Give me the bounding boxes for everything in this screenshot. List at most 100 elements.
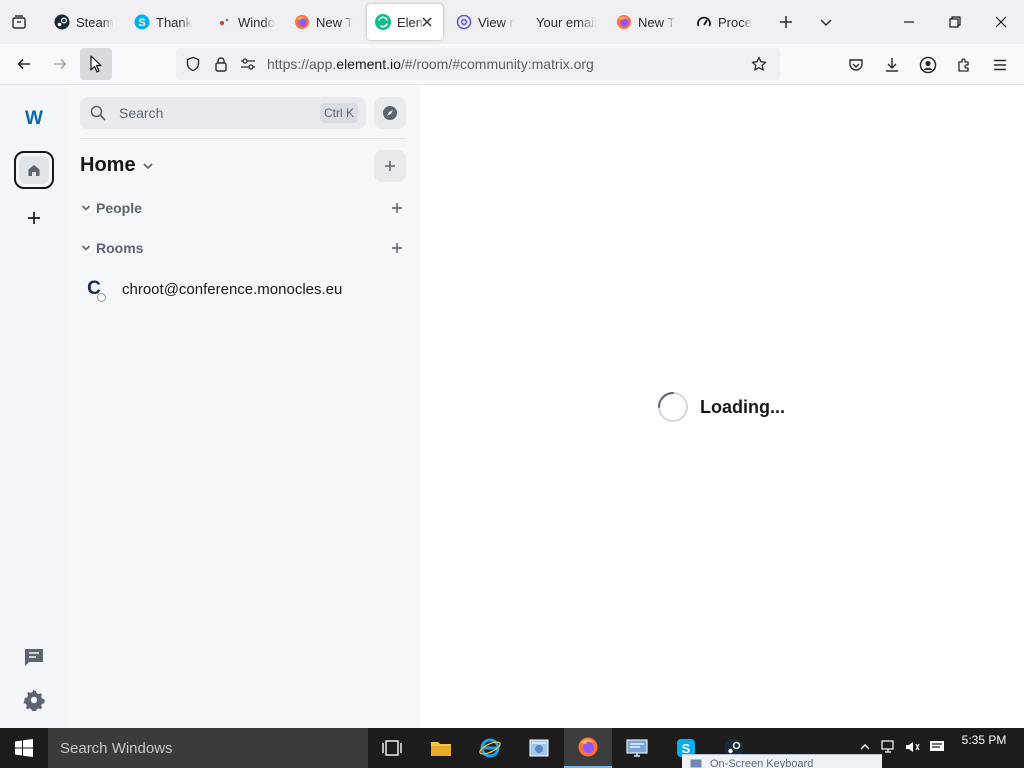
taskbar-search-field[interactable]: Search Windows <box>48 728 368 768</box>
file-explorer-icon[interactable] <box>417 728 465 768</box>
tab-element[interactable]: Elem <box>367 4 443 40</box>
lock-icon[interactable] <box>213 56 229 72</box>
url-prefix: https://app. <box>267 56 337 72</box>
reload-button[interactable] <box>80 48 112 80</box>
account-icon[interactable] <box>919 56 937 74</box>
tab-steam[interactable]: Steam <box>46 4 128 40</box>
on-screen-keyboard-window[interactable]: On-Screen Keyboard <box>682 754 882 768</box>
tab-title: Thank <box>156 14 193 30</box>
permissions-sliders-icon[interactable] <box>240 56 256 72</box>
show-hidden-icons-chevron-icon[interactable] <box>857 739 873 755</box>
mouse-cursor-icon <box>90 55 102 73</box>
screen: Steam S Thank Windo New T Elem View r Yo… <box>0 0 1024 768</box>
url-path: /#/room/#community:matrix.org <box>400 56 594 72</box>
osk-title: On-Screen Keyboard <box>710 758 814 768</box>
network-icon[interactable] <box>881 739 897 755</box>
tab-title: View r <box>478 14 514 30</box>
taskbar-search-placeholder: Search Windows <box>60 740 173 757</box>
tab-your-email[interactable]: Your email <box>528 4 606 40</box>
section-people-header[interactable]: People <box>80 198 142 218</box>
firefox-icon <box>294 14 310 30</box>
chevron-down-icon <box>142 160 154 172</box>
firefox-taskbar-icon[interactable] <box>564 728 612 768</box>
space-avatar[interactable]: W <box>18 103 50 135</box>
taskbar-clock[interactable]: 5:35 PM <box>948 733 1020 747</box>
windows-taskbar: Search Windows S On-Screen Keyboard 5:35… <box>0 728 1024 768</box>
new-tab-plus-icon[interactable] <box>775 11 797 33</box>
tab-title: Steam <box>76 14 114 30</box>
tab-new-tab-2[interactable]: New T <box>608 4 684 40</box>
list-all-tabs-icon[interactable] <box>8 11 30 33</box>
browser-nav-bar: https://app.element.io/#/room/#community… <box>0 44 1024 85</box>
task-view-icon[interactable] <box>368 728 416 768</box>
windows-tab-icon <box>216 14 232 30</box>
browser-tab-strip: Steam S Thank Windo New T Elem View r Yo… <box>0 0 1024 44</box>
search-icon <box>90 105 106 121</box>
start-chat-plus-icon[interactable] <box>388 199 406 217</box>
minimize-window-icon[interactable] <box>886 4 932 40</box>
action-center-icon[interactable] <box>929 739 945 755</box>
add-room-plus-icon[interactable] <box>374 150 406 182</box>
extensions-puzzle-icon[interactable] <box>955 56 973 74</box>
threads-chat-icon[interactable] <box>22 645 46 669</box>
element-icon <box>375 14 391 30</box>
home-context-menu-button[interactable]: Home <box>80 154 154 177</box>
tab-new-tab-1[interactable]: New T <box>286 4 364 40</box>
explore-rooms-compass-icon[interactable] <box>374 97 406 129</box>
tab-windows[interactable]: Windo <box>208 4 286 40</box>
search-label: Search <box>119 105 164 121</box>
volume-icon[interactable] <box>905 739 921 755</box>
close-tab-icon[interactable] <box>419 14 435 30</box>
remote-desktop-icon[interactable] <box>613 728 661 768</box>
tab-title: Your email <box>536 14 597 30</box>
tab-title: New T <box>638 14 676 30</box>
divider <box>80 138 406 139</box>
room-search-button[interactable]: Search Ctrl K <box>80 97 366 129</box>
search-shortcut-badge: Ctrl K <box>320 103 358 123</box>
downloads-icon[interactable] <box>883 56 901 74</box>
pocket-icon[interactable] <box>847 56 865 74</box>
room-list-item[interactable]: C chroot@conference.monocles.eu <box>80 275 406 303</box>
steam-icon <box>54 14 70 30</box>
app-menu-hamburger-icon[interactable] <box>991 56 1009 74</box>
space-panel: W <box>0 85 68 728</box>
keyboard-icon <box>690 759 702 768</box>
firefox-icon <box>616 14 632 30</box>
loading-spinner-icon <box>658 392 688 422</box>
settings-gear-icon[interactable] <box>22 688 46 712</box>
gauge-icon <box>696 14 712 30</box>
url-text: https://app.element.io/#/room/#community… <box>267 56 594 72</box>
home-icon <box>19 156 49 184</box>
tab-title: New T <box>316 14 354 30</box>
tab-process[interactable]: Proce <box>688 4 766 40</box>
tab-title: Proce <box>718 14 752 30</box>
bookmark-star-icon[interactable] <box>751 56 767 72</box>
forward-arrow-icon[interactable] <box>44 48 76 80</box>
add-room-plus-icon[interactable] <box>388 239 406 257</box>
loading-text: Loading... <box>700 397 785 417</box>
skype-icon: S <box>134 14 150 30</box>
tab-title: Windo <box>238 14 275 30</box>
url-bar[interactable]: https://app.element.io/#/room/#community… <box>176 48 780 80</box>
tab-view[interactable]: View r <box>448 4 524 40</box>
section-rooms-label: Rooms <box>96 240 144 256</box>
internet-explorer-icon[interactable] <box>466 728 514 768</box>
section-people-label: People <box>96 200 142 216</box>
room-list-panel: Search Ctrl K Home People Rooms C chroot… <box>68 85 420 728</box>
url-host: element.io <box>336 56 401 72</box>
home-space-button[interactable] <box>14 151 54 189</box>
bridge-badge-icon <box>97 293 106 302</box>
at-sign-icon <box>456 14 472 30</box>
chevron-down-icon[interactable] <box>815 11 837 33</box>
shield-icon[interactable] <box>185 56 201 72</box>
tab-skype[interactable]: S Thank <box>126 4 202 40</box>
section-rooms-header[interactable]: Rooms <box>80 238 143 258</box>
svg-text:S: S <box>138 17 145 29</box>
control-panel-icon[interactable] <box>515 728 563 768</box>
back-arrow-icon[interactable] <box>8 48 40 80</box>
windows-start-icon[interactable] <box>0 728 48 768</box>
create-space-plus-icon[interactable] <box>23 207 45 229</box>
restore-window-icon[interactable] <box>932 4 978 40</box>
close-window-icon[interactable] <box>978 4 1024 40</box>
room-name: chroot@conference.monocles.eu <box>122 280 343 298</box>
